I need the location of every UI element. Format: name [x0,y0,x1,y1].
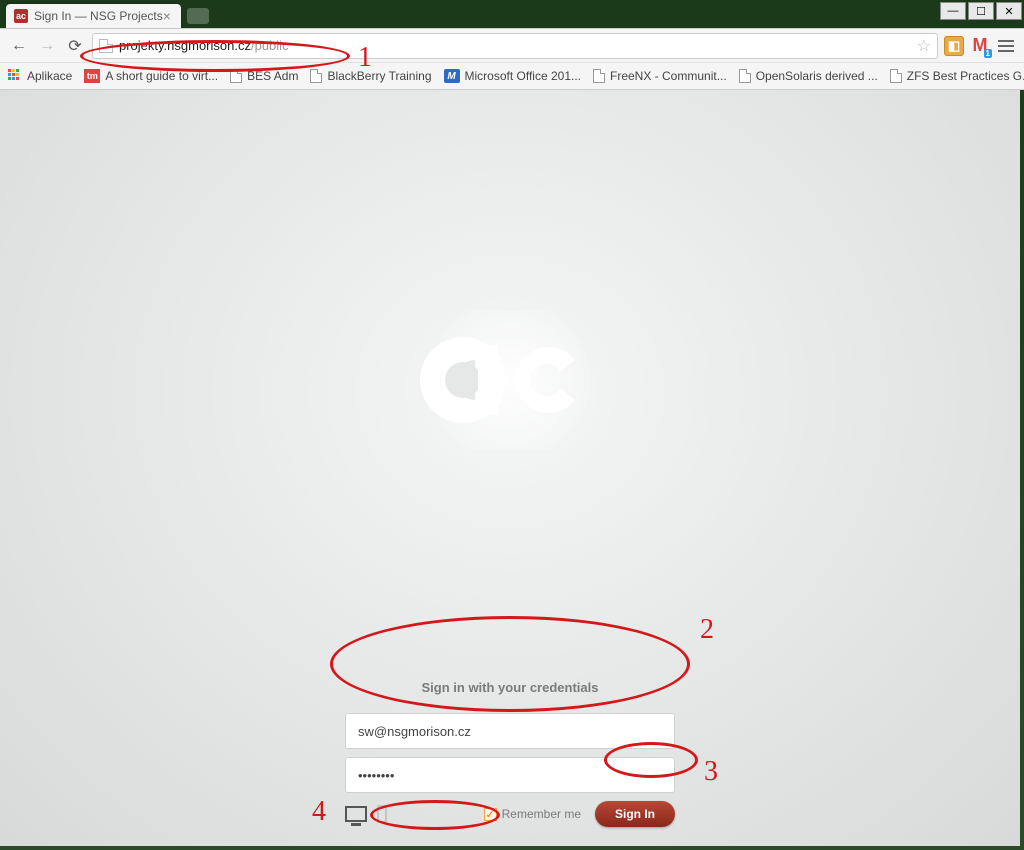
bookmark-label: ZFS Best Practices G... [907,69,1024,83]
browser-tab[interactable]: ac Sign In — NSG Projects × [6,4,181,28]
bookmark-item[interactable]: tm A short guide to virt... [84,69,218,83]
bookmark-item[interactable]: BlackBerry Training [310,69,431,83]
bookmark-item[interactable]: ZFS Best Practices G... [890,69,1024,83]
bookmark-label: A short guide to virt... [105,69,218,83]
tab-strip: ac Sign In — NSG Projects × [0,0,1024,28]
bookmark-icon [739,69,751,83]
gmail-icon[interactable]: M1 [970,36,990,56]
bookmark-icon: M [444,69,460,83]
url-host: projekty.nsgmorison.cz [119,38,251,53]
bookmark-label: OpenSolaris derived ... [756,69,878,83]
email-input[interactable] [345,713,675,749]
remember-checkbox[interactable]: ✓ [484,808,497,821]
window-close-button[interactable]: ✕ [996,2,1022,20]
bookmark-icon: tm [84,69,100,83]
page-icon [99,39,113,53]
nav-forward-button[interactable]: → [36,35,58,57]
bookmark-icon [230,69,242,83]
window-maximize-button[interactable]: ☐ [968,2,994,20]
new-tab-button[interactable] [187,8,209,24]
favicon-icon: ac [14,9,28,23]
bookmark-item[interactable]: M Microsoft Office 201... [444,69,582,83]
bookmark-label: Microsoft Office 201... [465,69,582,83]
window-minimize-button[interactable]: — [940,2,966,20]
activecollab-logo-icon [420,310,600,450]
signin-button[interactable]: Sign In [595,801,675,827]
tab-close-icon[interactable]: × [163,8,171,24]
bookmark-item[interactable]: BES Adm [230,69,298,83]
bookmark-item[interactable]: FreeNX - Communit... [593,69,727,83]
nav-back-button[interactable]: ← [8,35,30,57]
gmail-badge: 1 [984,49,992,58]
apps-label: Aplikace [27,69,72,83]
bookmarks-bar: Aplikace tm A short guide to virt... BES… [0,62,1024,90]
bookmark-item[interactable]: OpenSolaris derived ... [739,69,878,83]
bookmark-label: BlackBerry Training [327,69,431,83]
tab-title: Sign In — NSG Projects [34,9,163,23]
page-content: Sign in with your credentials ✓ Remember… [0,90,1020,846]
url-path: /public [251,38,289,53]
browser-menu-icon[interactable] [996,36,1016,56]
window-controls: — ☐ ✕ [940,2,1022,20]
password-input[interactable] [345,757,675,793]
login-form: Sign in with your credentials ✓ Remember… [330,680,690,827]
bookmark-label: BES Adm [247,69,298,83]
browser-toolbar: ← → ⟳ projekty.nsgmorison.cz/public ☆ ◧ … [0,28,1024,62]
bookmark-icon [593,69,605,83]
bookmark-icon [310,69,322,83]
device-icons [345,805,387,823]
bookmark-icon [890,69,902,83]
address-bar[interactable]: projekty.nsgmorison.cz/public ☆ [92,33,938,59]
apps-button[interactable]: Aplikace [8,69,72,83]
apps-grid-icon [8,69,22,83]
remember-me[interactable]: ✓ Remember me [484,807,581,821]
extension-icon[interactable]: ◧ [944,36,964,56]
mobile-icon[interactable] [377,805,387,823]
desktop-icon[interactable] [345,806,367,822]
remember-label: Remember me [502,807,581,821]
nav-reload-button[interactable]: ⟳ [64,35,86,57]
bookmark-label: FreeNX - Communit... [610,69,727,83]
login-options-row: ✓ Remember me Sign In [345,801,675,827]
bookmark-star-icon[interactable]: ☆ [917,36,931,56]
login-title: Sign in with your credentials [330,680,690,695]
